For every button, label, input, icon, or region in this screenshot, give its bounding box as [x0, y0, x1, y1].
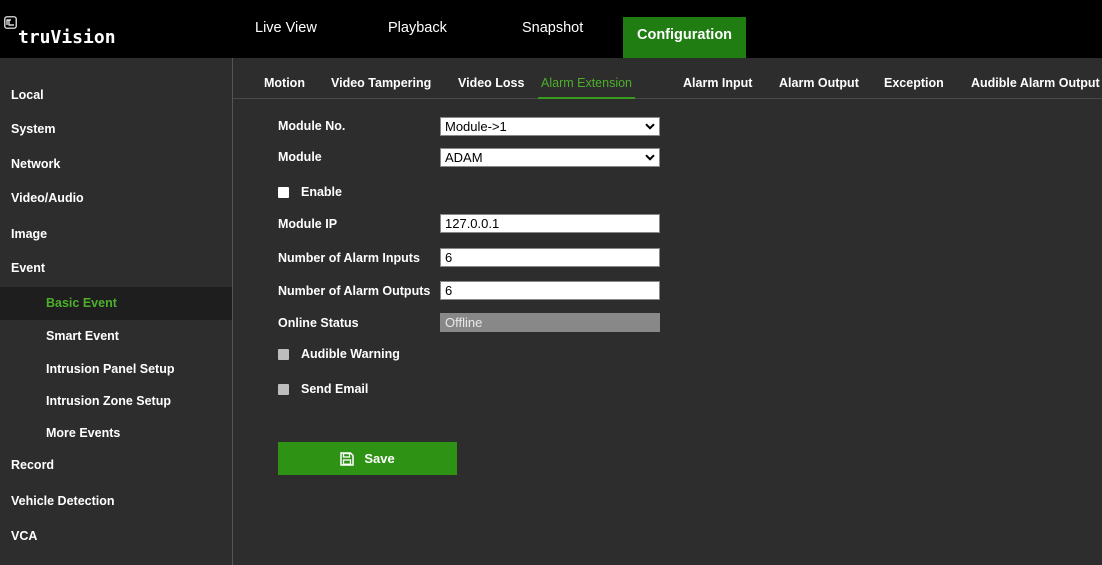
- alarm-inputs-input[interactable]: 6: [440, 248, 660, 267]
- module-no-value: Module->1: [445, 119, 507, 134]
- sidebar-item-local[interactable]: Local: [0, 79, 232, 112]
- sidebar-item-record[interactable]: Record: [0, 449, 232, 482]
- module-label: Module: [278, 150, 322, 164]
- sidebar-item-basic-event[interactable]: Basic Event: [0, 287, 232, 320]
- module-ip-label: Module IP: [278, 217, 338, 231]
- tab-alarm-output[interactable]: Alarm Output: [779, 76, 859, 98]
- nav-configuration[interactable]: Configuration: [623, 17, 747, 58]
- module-select[interactable]: ADAM: [440, 148, 660, 167]
- nav-playback[interactable]: Playback: [388, 17, 447, 58]
- tab-video-loss[interactable]: Video Loss: [458, 76, 524, 98]
- sidebar: Local System Network Video/Audio Image E…: [0, 58, 233, 565]
- audible-warning-row: Audible Warning: [278, 347, 400, 361]
- nav-snapshot[interactable]: Snapshot: [522, 17, 583, 58]
- save-button[interactable]: Save: [278, 442, 457, 475]
- module-no-select[interactable]: Module->1: [440, 117, 660, 136]
- enable-row: Enable: [278, 185, 342, 199]
- tab-motion[interactable]: Motion: [264, 76, 305, 98]
- sidebar-item-event[interactable]: Event: [0, 252, 232, 285]
- send-email-checkbox[interactable]: [278, 383, 289, 395]
- alarm-outputs-label: Number of Alarm Outputs: [278, 284, 431, 298]
- module-value: ADAM: [445, 150, 483, 165]
- module-ip-input[interactable]: 127.0.0.1: [440, 214, 660, 233]
- floppy-disk-icon: [340, 451, 355, 466]
- logo-icon: [4, 16, 17, 29]
- enable-label: Enable: [301, 185, 342, 199]
- event-tabs: Motion Video Tampering Video Loss Alarm …: [233, 58, 1102, 99]
- tab-video-tampering[interactable]: Video Tampering: [331, 76, 431, 98]
- brand-name: truVision: [18, 27, 116, 48]
- nav-live-view[interactable]: Live View: [255, 17, 317, 58]
- save-label: Save: [364, 451, 395, 466]
- enable-checkbox[interactable]: [278, 186, 289, 198]
- send-email-label: Send Email: [301, 382, 369, 396]
- sidebar-item-vca[interactable]: VCA: [0, 520, 232, 553]
- brand-logo: truVision: [4, 16, 116, 48]
- tab-exception[interactable]: Exception: [884, 76, 944, 98]
- alarm-outputs-input[interactable]: 6: [440, 281, 660, 300]
- sidebar-item-video-audio[interactable]: Video/Audio: [0, 182, 232, 215]
- online-status-label: Online Status: [278, 316, 359, 330]
- tab-alarm-input[interactable]: Alarm Input: [683, 76, 752, 98]
- module-no-label: Module No.: [278, 119, 346, 133]
- sidebar-item-network[interactable]: Network: [0, 148, 232, 181]
- audible-warning-checkbox[interactable]: [278, 348, 289, 360]
- sidebar-item-system[interactable]: System: [0, 113, 232, 146]
- chevron-down-icon: [645, 123, 655, 130]
- sidebar-item-intrusion-panel-setup[interactable]: Intrusion Panel Setup: [0, 353, 232, 386]
- app-window: truVision Live View Playback Snapshot Co…: [0, 0, 1102, 565]
- sidebar-item-image[interactable]: Image: [0, 218, 232, 251]
- chevron-down-icon: [645, 154, 655, 161]
- sidebar-item-more-events[interactable]: More Events: [0, 417, 232, 450]
- alarm-inputs-label: Number of Alarm Inputs: [278, 251, 420, 265]
- online-status-field: Offline: [440, 313, 660, 332]
- sidebar-item-intrusion-zone-setup[interactable]: Intrusion Zone Setup: [0, 385, 232, 418]
- top-bar: truVision Live View Playback Snapshot Co…: [0, 0, 1102, 58]
- tab-audible-alarm-output[interactable]: Audible Alarm Output: [971, 76, 1100, 98]
- audible-warning-label: Audible Warning: [301, 347, 400, 361]
- tab-alarm-extension[interactable]: Alarm Extension: [538, 76, 636, 99]
- send-email-row: Send Email: [278, 382, 368, 396]
- sidebar-item-vehicle-detection[interactable]: Vehicle Detection: [0, 485, 232, 518]
- sidebar-item-smart-event[interactable]: Smart Event: [0, 320, 232, 353]
